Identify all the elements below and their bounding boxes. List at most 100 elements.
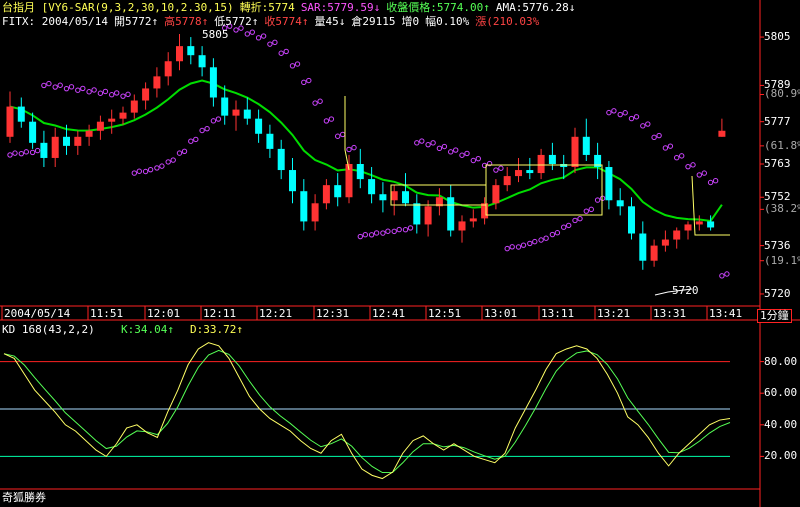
header-2-item-8: 幅0.10%: [425, 15, 470, 28]
sar-dot: [441, 143, 448, 150]
sar-dot: [272, 39, 278, 46]
sar-dot: [538, 237, 544, 243]
candle-body: [255, 118, 263, 134]
kd-axis-label: 60.00: [764, 386, 798, 400]
sar-dot: [170, 157, 176, 163]
sar-dot: [543, 235, 549, 241]
candle-body: [300, 191, 308, 222]
sar-dot: [651, 134, 657, 141]
sar-dot: [63, 85, 70, 92]
price-panel: [6, 23, 730, 296]
header-1-item-0: 台指月 [VY6-SAR(9,3,2,30,10,2.30,15): [2, 1, 234, 14]
candle-body: [243, 109, 251, 119]
header-2-item-1: 開5772↑: [113, 15, 159, 28]
candle-body: [96, 121, 104, 131]
time-axis-label: 12:01: [147, 307, 181, 320]
sar-dot: [136, 168, 143, 174]
price-axis-label: 5777: [764, 114, 791, 128]
candle-body: [458, 221, 466, 231]
header-1-item-2: SAR:5779.59↓: [300, 1, 381, 14]
candle-body: [198, 55, 206, 68]
sar-dot: [498, 165, 504, 171]
sar-dot: [215, 116, 222, 122]
time-axis-label: 13:11: [541, 307, 575, 320]
sar-dot: [549, 231, 556, 238]
candle-body: [153, 76, 161, 89]
sar-dot: [142, 168, 149, 175]
sar-dot: [260, 33, 267, 39]
sar-dot: [204, 125, 210, 132]
sar-dot: [249, 29, 256, 35]
sar-dot: [724, 271, 730, 277]
candle-body: [639, 233, 647, 261]
candle-body: [537, 154, 545, 174]
sar-dot: [147, 166, 154, 173]
candle-body: [119, 112, 127, 119]
sar-dot: [594, 197, 601, 203]
sar-dot: [188, 138, 194, 144]
sar-dot: [340, 131, 346, 138]
header-2-item-6: 倉29115: [351, 15, 396, 28]
sar-dot: [430, 140, 436, 146]
price-axis-label: (19.1%): [764, 253, 800, 267]
time-axis-label: 12:51: [428, 307, 462, 320]
header-1-item-4: AMA:5776.28↓: [495, 1, 576, 14]
time-axis-label: 13:21: [597, 307, 631, 320]
time-axis-label: 13:01: [484, 307, 518, 320]
sar-dot: [312, 100, 318, 106]
candle-body: [221, 97, 229, 116]
sar-dot: [701, 170, 707, 176]
sar-dot: [199, 127, 205, 134]
sar-dot: [554, 230, 561, 236]
candle-body: [695, 221, 703, 225]
candle-body: [402, 191, 409, 204]
sar-dot: [532, 238, 538, 245]
candle-body: [616, 200, 624, 207]
price-axis-label: (38.2%): [764, 202, 800, 216]
low-annotation: 5720: [672, 284, 699, 297]
candle-body: [390, 191, 398, 201]
sar-dot: [131, 170, 138, 176]
candle-body: [289, 170, 296, 192]
price-axis-label: 5736: [764, 238, 791, 252]
sar-dot: [335, 133, 341, 139]
kd-axis-label: 80.00: [764, 354, 798, 368]
sar-dot: [515, 244, 522, 250]
sar-dot: [244, 31, 251, 37]
sar-dot: [52, 84, 58, 90]
sar-dot: [667, 143, 674, 149]
candle-body: [571, 136, 579, 168]
sar-dot: [396, 226, 402, 233]
high-annotation: 5805: [202, 28, 229, 41]
candle-body: [628, 206, 635, 234]
candle-body: [164, 61, 172, 77]
sar-dot: [41, 82, 47, 89]
kd-panel: [0, 342, 731, 480]
time-axis-label: 12:31: [316, 307, 350, 320]
candle-body: [6, 106, 14, 137]
candle-body: [334, 185, 342, 198]
sar-dot: [102, 88, 109, 95]
sar-dot: [561, 224, 567, 230]
sar-dot: [504, 245, 510, 252]
candle-body: [209, 67, 217, 98]
sar-dot: [391, 228, 397, 235]
sar-dot: [306, 77, 312, 84]
candle-body: [481, 203, 489, 219]
sar-dot: [425, 141, 431, 148]
sar-dot: [520, 242, 527, 248]
chart-canvas: [0, 0, 800, 507]
sar-dot: [233, 27, 239, 33]
sar-dot: [165, 159, 171, 165]
sar-dot: [464, 150, 470, 157]
kd-title: KD 168(43,2,2): [2, 323, 95, 336]
sar-dot: [606, 109, 612, 116]
time-axis-label: 12:11: [203, 307, 237, 320]
kd-k-line: [3, 342, 731, 480]
sar-dot: [645, 121, 651, 127]
candle-body: [673, 230, 681, 240]
candle-body: [17, 106, 25, 122]
sar-dot: [656, 132, 662, 139]
interval-button[interactable]: 1分鐘: [757, 309, 792, 323]
sar-dot: [362, 232, 368, 238]
